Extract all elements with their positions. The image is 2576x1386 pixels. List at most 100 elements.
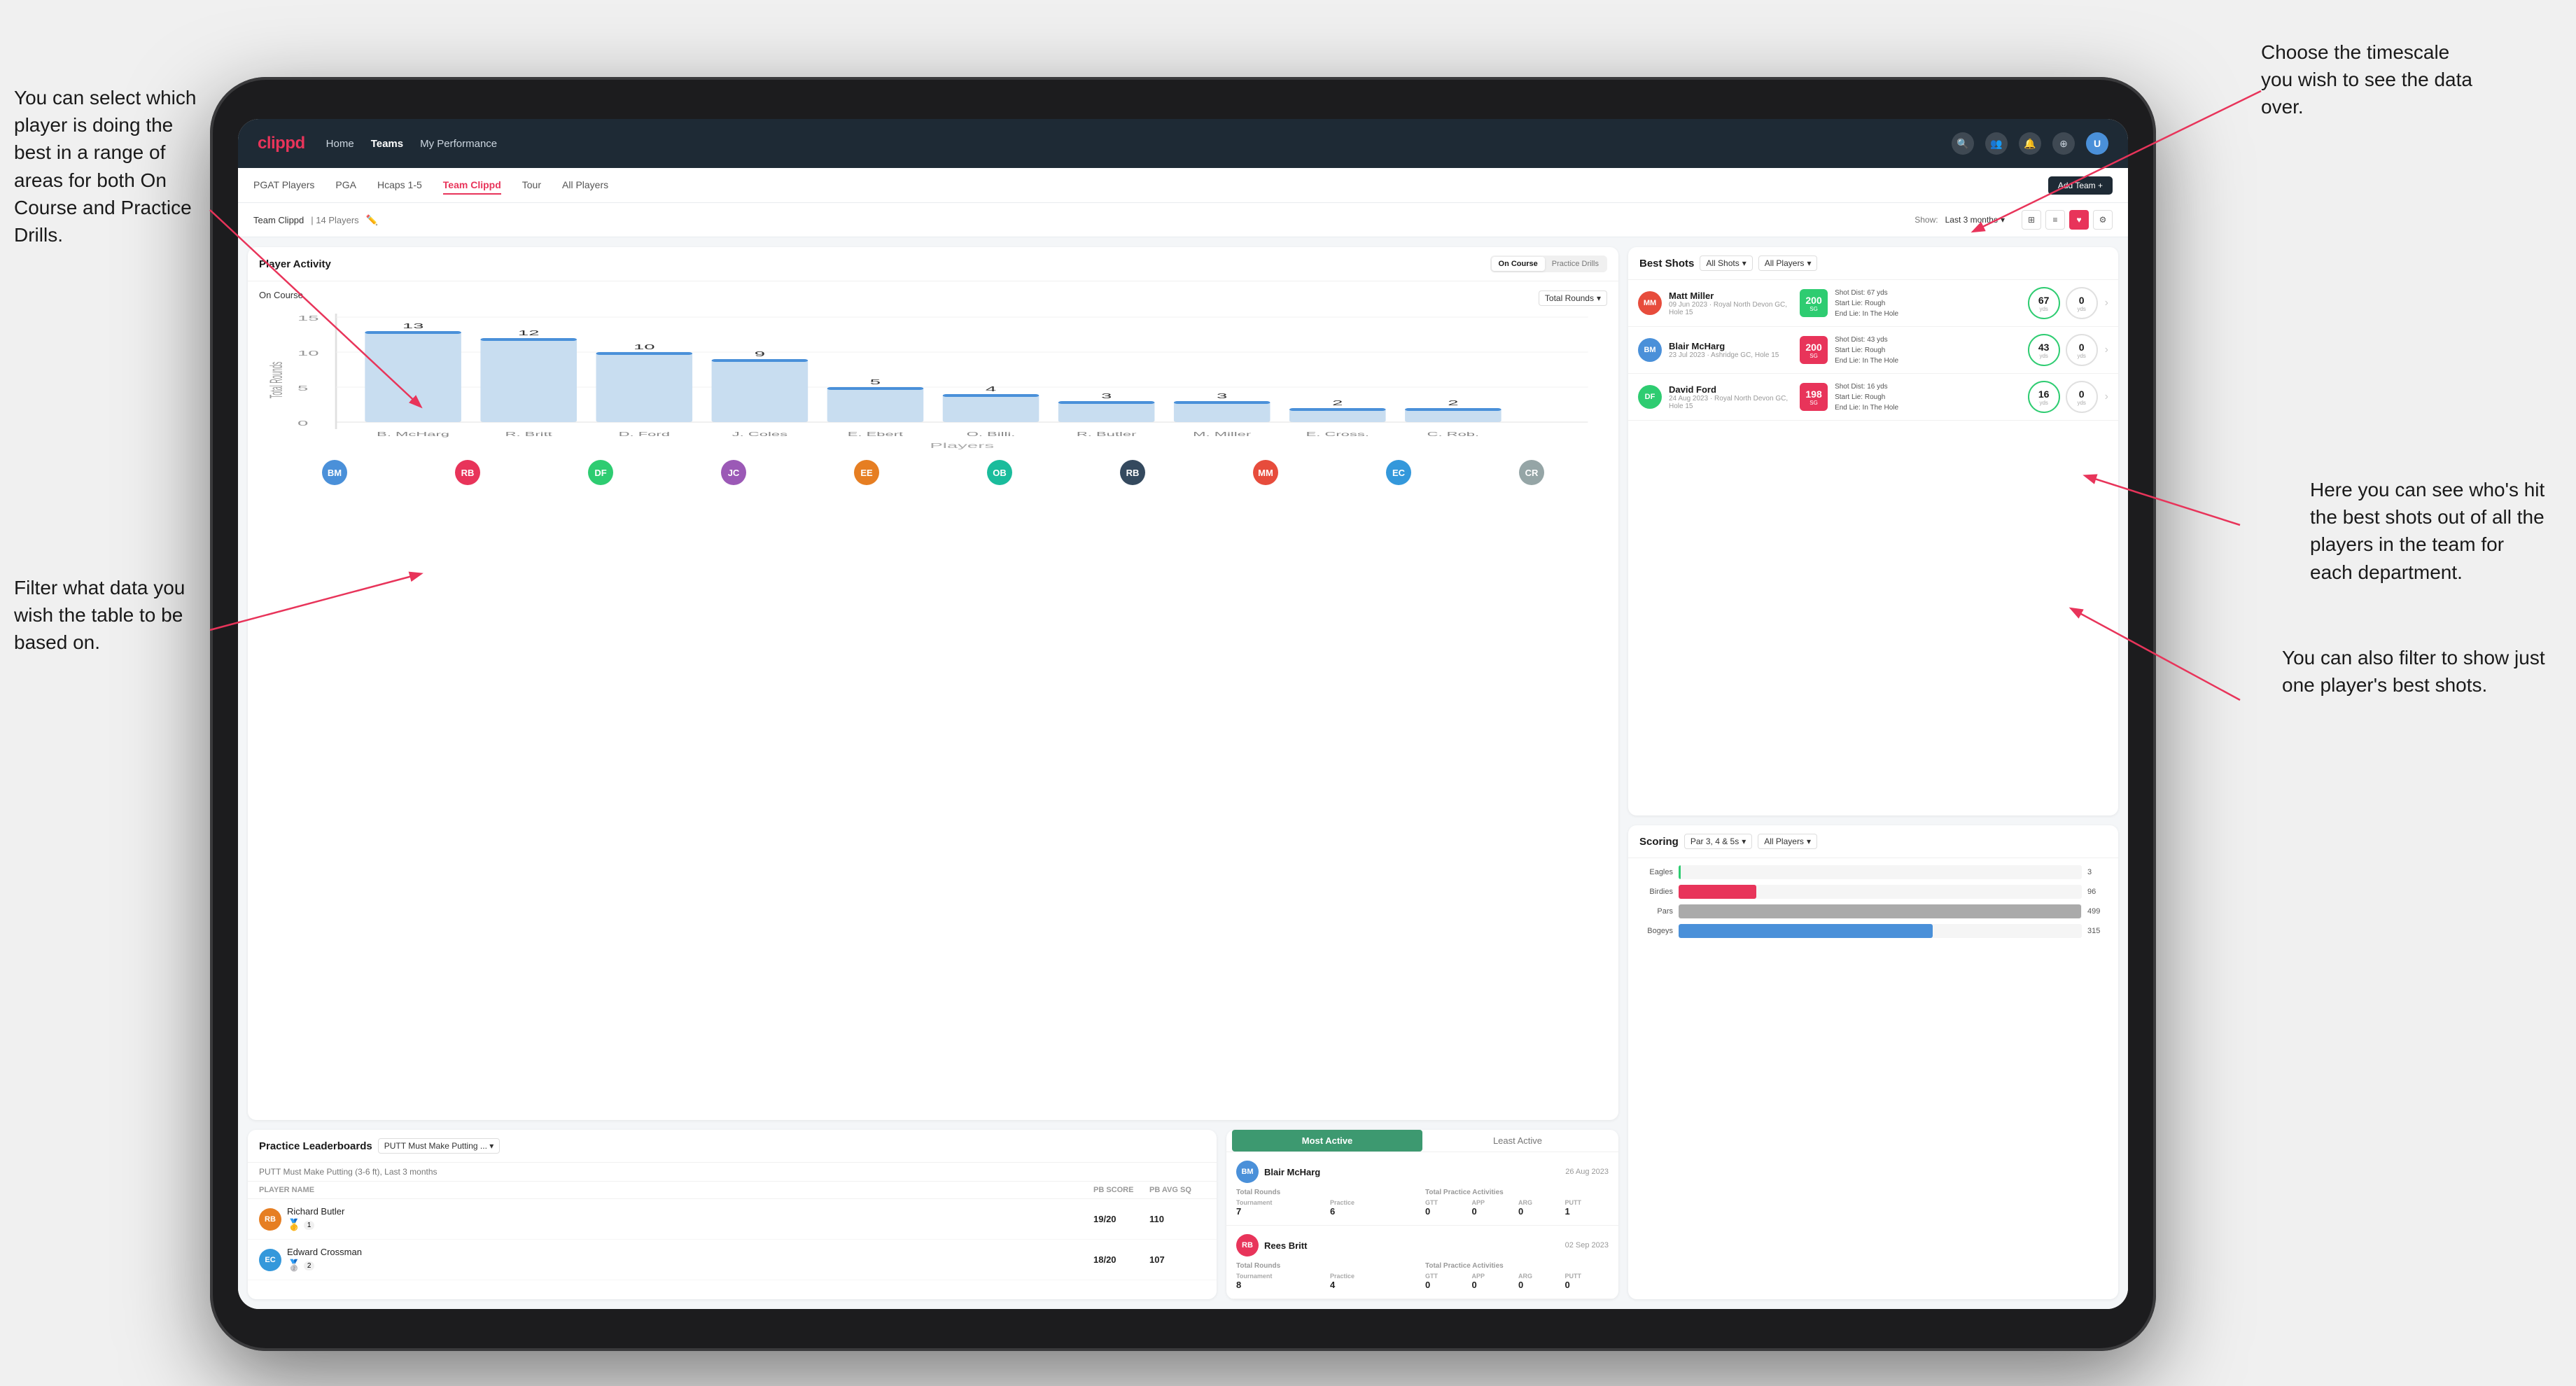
avatar-crossman[interactable]: EC xyxy=(1386,460,1411,485)
tab-team-clippd[interactable]: Team Clippd xyxy=(443,176,501,195)
avatar-ebert[interactable]: EE xyxy=(854,460,879,485)
rank-badge-2: 2 xyxy=(304,1261,315,1270)
tab-hcaps[interactable]: Hcaps 1-5 xyxy=(377,176,422,195)
scoring-title: Scoring xyxy=(1639,836,1679,848)
svg-text:9: 9 xyxy=(755,350,765,358)
on-course-tab[interactable]: On Course xyxy=(1492,257,1545,271)
bar-chart: 15 10 5 0 xyxy=(259,310,1607,450)
user-avatar[interactable]: U xyxy=(2086,132,2108,155)
arg-header-1: ARG xyxy=(1518,1199,1562,1206)
avatar-robertson[interactable]: CR xyxy=(1519,460,1544,485)
annotation-filter-player: You can also filter to show just one pla… xyxy=(2282,644,2548,699)
grid-view-btn[interactable]: ⊞ xyxy=(2022,210,2041,230)
most-active-header: Most Active Least Active xyxy=(1226,1130,1618,1152)
scoring-filter-1[interactable]: Par 3, 4 & 5s ▾ xyxy=(1684,834,1752,849)
settings-view-btn[interactable]: ⚙ xyxy=(2093,210,2113,230)
avatar-coles[interactable]: JC xyxy=(721,460,746,485)
scoring-filter-2[interactable]: All Players ▾ xyxy=(1758,834,1817,849)
bell-icon[interactable]: 🔔 xyxy=(2019,132,2041,155)
putt-value-1: 1 xyxy=(1565,1206,1609,1217)
putt-header-1: PUTT xyxy=(1565,1199,1609,1206)
shot-details-1: Shot Dist: 67 yds Start Lie: Rough End L… xyxy=(1835,288,2021,319)
leaderboard-row-2[interactable]: EC Edward Crossman 🥈 2 18/20 xyxy=(248,1240,1217,1280)
bogeys-label: Bogeys xyxy=(1638,927,1673,935)
shot-row-1[interactable]: MM Matt Miller 09 Jun 2023 · Royal North… xyxy=(1628,280,2118,327)
plus-circle-icon[interactable]: ⊕ xyxy=(2052,132,2075,155)
drill-select[interactable]: PUTT Must Make Putting ... ▾ xyxy=(378,1138,500,1154)
rank-emoji-2: 🥈 xyxy=(287,1259,301,1273)
tab-tour[interactable]: Tour xyxy=(522,176,541,195)
leaderboard-subtitle: PUTT Must Make Putting (3-6 ft), Last 3 … xyxy=(248,1163,1217,1182)
svg-text:3: 3 xyxy=(1217,392,1227,400)
practice-leaderboards-panel: Practice Leaderboards PUTT Must Make Put… xyxy=(248,1130,1217,1299)
shot-avatar-2: BM xyxy=(1638,338,1662,362)
avatar-britt[interactable]: RB xyxy=(455,460,480,485)
avatar-miller[interactable]: MM xyxy=(1253,460,1278,485)
shot-badge-2: 200 SG xyxy=(1800,336,1828,364)
svg-text:2: 2 xyxy=(1448,399,1458,407)
arg-header-2: ARG xyxy=(1518,1273,1562,1280)
tournament-header-1: Tournament xyxy=(1236,1199,1326,1206)
shot-player-info-3: David Ford 24 Aug 2023 · Royal North Dev… xyxy=(1669,384,1793,410)
pars-bar xyxy=(1679,904,2081,918)
shots-filter-select[interactable]: All Shots ▾ xyxy=(1700,255,1752,271)
gtt-header-2: GTT xyxy=(1425,1273,1469,1280)
svg-text:13: 13 xyxy=(402,322,424,330)
edit-icon[interactable]: ✏️ xyxy=(366,214,378,226)
players-filter-select[interactable]: All Players ▾ xyxy=(1758,255,1818,271)
show-timescale-select[interactable]: Last 3 months ▾ xyxy=(1945,215,2005,225)
annotation-player-select: You can select which player is doing the… xyxy=(14,84,210,248)
birdies-bar-container xyxy=(1679,885,2082,899)
total-practice-label-1: Total Practice Activities xyxy=(1425,1189,1609,1196)
practice-drills-tab[interactable]: Practice Drills xyxy=(1545,257,1606,271)
avatar-mcHarg[interactable]: BM xyxy=(322,460,347,485)
arg-value-1: 0 xyxy=(1518,1206,1562,1217)
shot-player-name-2: Blair McHarg xyxy=(1669,341,1793,351)
nav-teams[interactable]: Teams xyxy=(371,135,403,153)
birdies-value: 96 xyxy=(2087,888,2108,896)
table-view-btn[interactable]: ≡ xyxy=(2045,210,2065,230)
heart-view-btn[interactable]: ♥ xyxy=(2069,210,2089,230)
svg-text:3: 3 xyxy=(1101,392,1112,400)
avatar-ford[interactable]: DF xyxy=(588,460,613,485)
shot-row-3[interactable]: DF David Ford 24 Aug 2023 · Royal North … xyxy=(1628,374,2118,421)
nav-my-performance[interactable]: My Performance xyxy=(420,135,497,153)
activity-player-name-rees: Rees Britt xyxy=(1264,1240,1307,1251)
shot-row-2[interactable]: BM Blair McHarg 23 Jul 2023 · Ashridge G… xyxy=(1628,327,2118,374)
svg-text:15: 15 xyxy=(298,314,319,322)
activity-row-1: BM Blair McHarg 26 Aug 2023 Total Rounds xyxy=(1226,1152,1618,1226)
metric-select[interactable]: Total Rounds ▾ xyxy=(1539,290,1607,306)
most-active-tab[interactable]: Most Active xyxy=(1232,1130,1422,1152)
best-shots-panel: Best Shots All Shots ▾ All Players ▾ MM … xyxy=(1628,247,2118,816)
svg-text:10: 10 xyxy=(634,343,655,351)
most-active-panel: Most Active Least Active BM Blair McHarg… xyxy=(1226,1130,1618,1299)
avatar-butler[interactable]: RB xyxy=(1120,460,1145,485)
nav-home[interactable]: Home xyxy=(326,135,354,153)
activity-player-header-1: BM Blair McHarg 26 Aug 2023 xyxy=(1236,1161,1609,1183)
tab-pgat-players[interactable]: PGAT Players xyxy=(253,176,314,195)
eagles-value: 3 xyxy=(2087,868,2108,876)
player-avatars-row: BM RB DF JC EE xyxy=(259,456,1607,492)
users-icon[interactable]: 👥 xyxy=(1985,132,2008,155)
avatar-billingham[interactable]: OB xyxy=(987,460,1012,485)
svg-text:5: 5 xyxy=(870,378,881,386)
shot-metrics-3: 16 yds 0 yds xyxy=(2028,381,2098,413)
app-header-2: APP xyxy=(1472,1273,1516,1280)
team-header: Team Clippd | 14 Players ✏️ Show: Last 3… xyxy=(238,203,2128,237)
top-navigation: clippd Home Teams My Performance 🔍 👥 🔔 ⊕… xyxy=(238,119,2128,168)
shot-metrics-1: 67 yds 0 yds xyxy=(2028,287,2098,319)
left-panels: Player Activity On Course Practice Drill… xyxy=(248,247,1618,1299)
tablet-device: clippd Home Teams My Performance 🔍 👥 🔔 ⊕… xyxy=(210,77,2156,1351)
birdies-bar xyxy=(1679,885,1756,899)
activity-stats-1: Total Rounds Tournament 7 Practice xyxy=(1236,1189,1609,1217)
tournament-value-2: 8 xyxy=(1236,1280,1326,1290)
add-team-button[interactable]: Add Team + xyxy=(2048,176,2113,195)
gtt-value-2: 0 xyxy=(1425,1280,1469,1290)
pb-avg-2: 107 xyxy=(1149,1254,1205,1265)
tab-all-players[interactable]: All Players xyxy=(562,176,608,195)
leaderboard-row-1[interactable]: RB Richard Butler 🥇 1 19/20 xyxy=(248,1199,1217,1240)
least-active-tab[interactable]: Least Active xyxy=(1422,1130,1613,1152)
tab-pga[interactable]: PGA xyxy=(335,176,356,195)
svg-text:C. Rob.: C. Rob. xyxy=(1427,431,1480,438)
search-icon[interactable]: 🔍 xyxy=(1952,132,1974,155)
